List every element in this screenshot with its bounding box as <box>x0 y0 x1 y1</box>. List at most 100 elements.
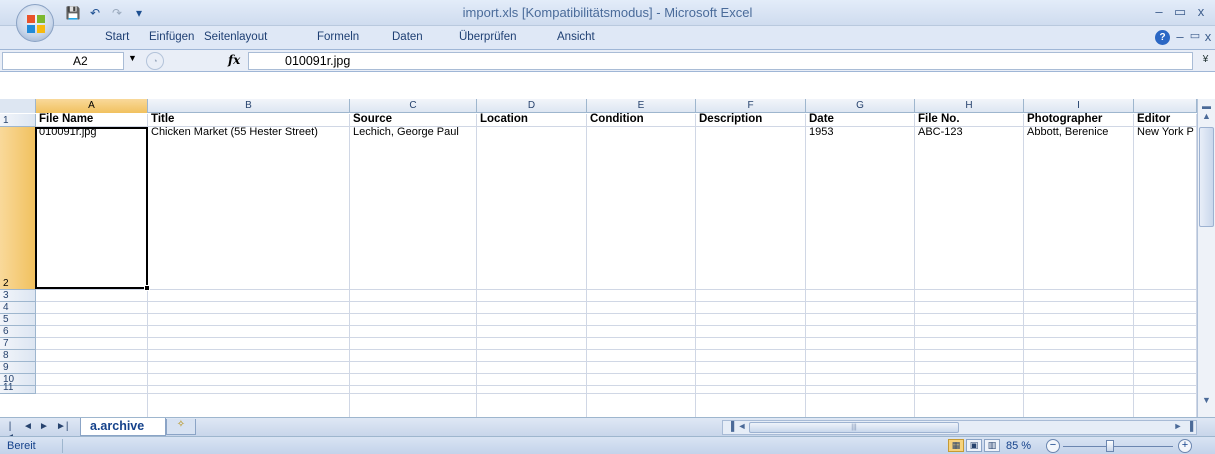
vertical-scroll-thumb[interactable] <box>1199 127 1214 227</box>
column-header-e[interactable]: E <box>587 99 696 113</box>
zoom-slider-thumb[interactable] <box>1105 440 1114 452</box>
status-ready: Bereit <box>7 440 36 452</box>
grid-row-line <box>36 393 1197 394</box>
status-bar: Bereit ▦ ▣ ▥ 85 % − + <box>0 436 1215 454</box>
column-header-f[interactable]: F <box>696 99 806 113</box>
office-button[interactable] <box>16 4 54 42</box>
row-header-4[interactable]: 4 <box>0 302 36 314</box>
column-header-i[interactable]: I <box>1024 99 1134 113</box>
row-header-8[interactable]: 8 <box>0 350 36 362</box>
column-header-j[interactable] <box>1134 99 1197 113</box>
column-header-a[interactable]: A <box>36 99 148 113</box>
scroll-right-icon[interactable]: ► <box>1172 421 1184 431</box>
header-cell-i1[interactable]: Photographer <box>1024 113 1133 126</box>
grid-column-line <box>1133 114 1134 417</box>
name-box[interactable]: A2 <box>2 52 124 70</box>
zoom-in-button[interactable]: + <box>1178 439 1192 453</box>
zoom-slider-track[interactable] <box>1063 446 1173 447</box>
column-header-b[interactable]: B <box>148 99 350 113</box>
grid-column-line <box>586 114 587 417</box>
tab-ueberpruefen[interactable]: Überprüfen <box>459 31 517 43</box>
tab-seitenlayout[interactable]: Seitenlayout <box>204 31 267 43</box>
sheet-tab-a-archive[interactable]: a.archive <box>80 418 166 436</box>
column-header-h[interactable]: H <box>915 99 1024 113</box>
split-box-right[interactable]: ▐ <box>1184 421 1196 431</box>
scroll-down-icon[interactable]: ▼ <box>1199 395 1214 409</box>
maximize-button[interactable]: ▭ <box>1171 4 1189 20</box>
header-cell-a1[interactable]: File Name <box>36 113 147 126</box>
ribbon-tab-bar: Start Einfügen Seitenlayout Formeln Date… <box>0 26 1215 50</box>
zoom-level[interactable]: 85 % <box>1006 440 1031 452</box>
fill-handle[interactable] <box>144 285 150 291</box>
cell-b2[interactable]: Chicken Market (55 Hester Street) <box>148 126 349 140</box>
row-header-9[interactable]: 9 <box>0 362 36 374</box>
tab-start[interactable]: Start <box>105 31 129 43</box>
row-header-3[interactable]: 3 <box>0 290 36 302</box>
close-button[interactable]: x <box>1192 4 1210 19</box>
header-cell-j1[interactable]: Editor <box>1134 113 1196 126</box>
tab-formeln[interactable]: Formeln <box>317 31 359 43</box>
cell-d2[interactable] <box>477 126 586 140</box>
grid-row-line <box>36 373 1197 374</box>
insert-sheet-icon[interactable]: ✧ <box>166 419 196 435</box>
header-cell-f1[interactable]: Description <box>696 113 805 126</box>
header-cell-d1[interactable]: Location <box>477 113 586 126</box>
cell-g2[interactable]: 1953 <box>806 126 914 140</box>
doc-close-button[interactable]: x <box>1199 29 1215 44</box>
name-box-dropdown-icon[interactable]: ▼ <box>128 53 137 63</box>
header-cell-h1[interactable]: File No. <box>915 113 1023 126</box>
cell-j2[interactable]: New York P <box>1134 126 1196 140</box>
header-cell-g1[interactable]: Date <box>806 113 914 126</box>
help-icon[interactable]: ? <box>1155 30 1170 45</box>
grid-row-line <box>36 301 1197 302</box>
row-header-1[interactable]: 1 <box>0 114 36 127</box>
grid-column-line <box>1023 114 1024 417</box>
scroll-left-icon[interactable]: ◄ <box>736 421 748 431</box>
prev-sheet-icon[interactable]: ◄ <box>22 421 34 432</box>
last-sheet-icon[interactable]: ►| <box>56 421 69 432</box>
tab-daten[interactable]: Daten <box>392 31 423 43</box>
grid-row-line <box>36 361 1197 362</box>
column-header-d[interactable]: D <box>477 99 587 113</box>
formula-bar-resize-icon[interactable]: ◔ <box>146 52 164 70</box>
horizontal-scrollbar[interactable]: ▐ ◄ ||| ► ▐ <box>722 420 1197 435</box>
cell-h2[interactable]: ABC-123 <box>915 126 1023 140</box>
cell-e2[interactable] <box>587 126 695 140</box>
row-header-11[interactable]: 11 <box>0 382 36 394</box>
window-title: import.xls [Kompatibilitätsmodus] - Micr… <box>462 5 753 20</box>
row-header-2[interactable]: 2 <box>0 127 36 290</box>
insert-function-icon[interactable]: fx <box>228 53 240 67</box>
minimize-button[interactable]: – <box>1150 4 1168 19</box>
zoom-out-button[interactable]: − <box>1046 439 1060 453</box>
active-cell-border <box>35 127 148 289</box>
row-header-7[interactable]: 7 <box>0 338 36 350</box>
formula-input[interactable]: 010091r.jpg <box>248 52 1193 70</box>
cell-c2[interactable]: Lechich, George Paul <box>350 126 476 140</box>
sheet-tab-bar: |◄ ◄ ► ►| a.archive ✧ ▐ ◄ ||| ► ▐ <box>0 417 1215 443</box>
page-break-view-icon[interactable]: ▥ <box>984 439 1000 452</box>
column-header-c[interactable]: C <box>350 99 477 113</box>
grid-row-line <box>36 349 1197 350</box>
horizontal-scroll-thumb[interactable]: ||| <box>749 422 959 433</box>
tab-einfuegen[interactable]: Einfügen <box>149 31 194 43</box>
tab-ansicht[interactable]: Ansicht <box>557 31 595 43</box>
grid-row-line <box>36 337 1197 338</box>
grid-row-line <box>36 325 1197 326</box>
row-header-5[interactable]: 5 <box>0 314 36 326</box>
vertical-scrollbar[interactable]: ▬ ▲ ▼ <box>1197 99 1215 417</box>
header-cell-e1[interactable]: Condition <box>587 113 695 126</box>
header-cell-b1[interactable]: Title <box>148 113 349 126</box>
grid-column-line <box>349 114 350 417</box>
column-header-g[interactable]: G <box>806 99 915 113</box>
cell-i2[interactable]: Abbott, Berenice <box>1024 126 1133 140</box>
select-all-corner[interactable] <box>0 99 36 113</box>
normal-view-icon[interactable]: ▦ <box>948 439 964 452</box>
header-cell-c1[interactable]: Source <box>350 113 476 126</box>
page-layout-view-icon[interactable]: ▣ <box>966 439 982 452</box>
grid-row-line <box>36 385 1197 386</box>
expand-formula-bar-icon[interactable]: ¥ <box>1199 54 1212 68</box>
row-header-6[interactable]: 6 <box>0 326 36 338</box>
cell-f2[interactable] <box>696 126 805 140</box>
next-sheet-icon[interactable]: ► <box>38 421 50 432</box>
scroll-up-icon[interactable]: ▲ <box>1199 111 1214 125</box>
